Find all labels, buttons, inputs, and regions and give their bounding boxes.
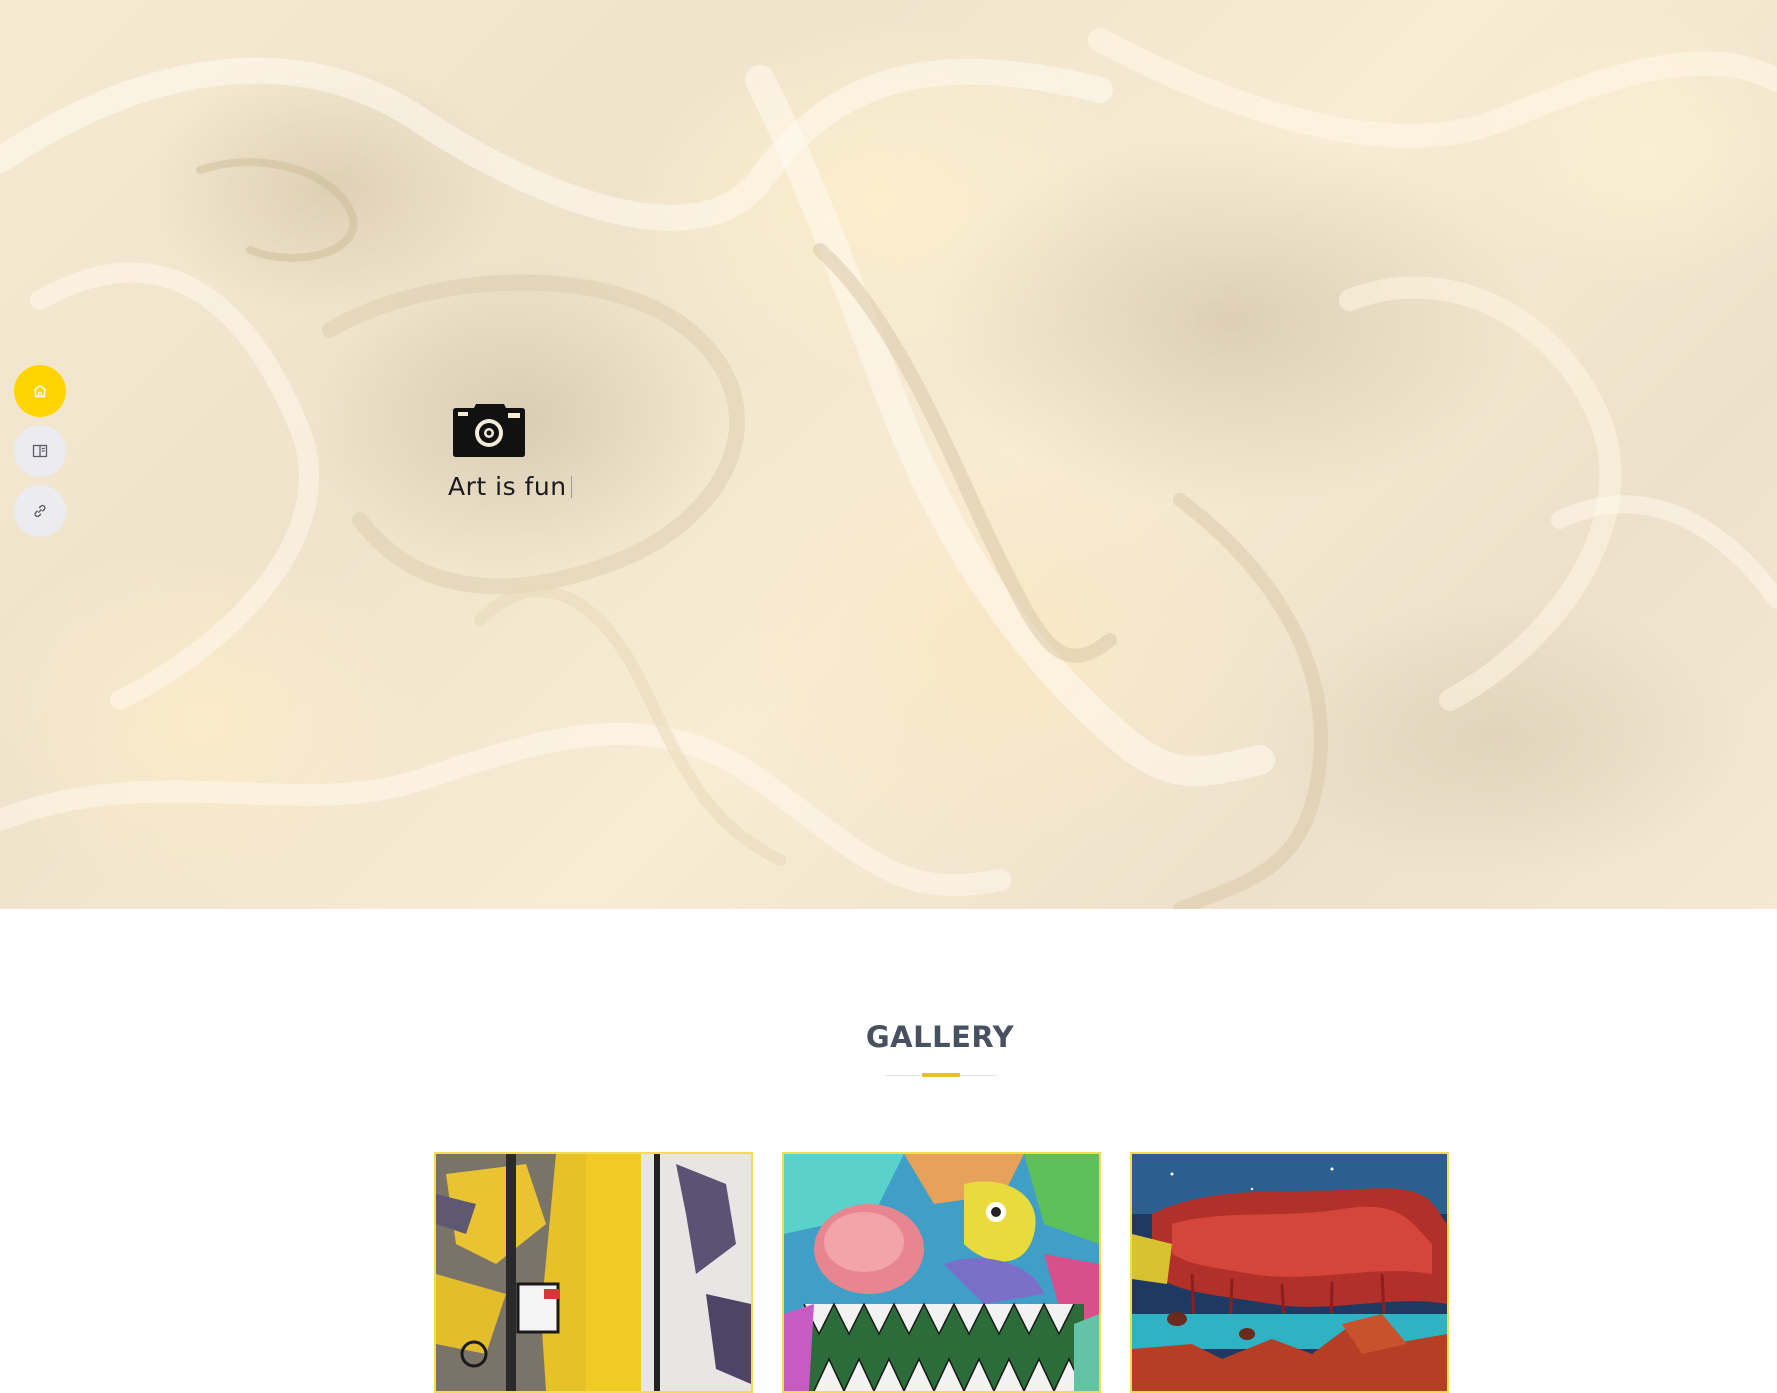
nav-link-button[interactable]: [14, 485, 66, 537]
gallery-item-yellow-abstract[interactable]: [434, 1152, 753, 1393]
side-nav: [14, 365, 66, 545]
hero-background-swirl: [0, 28, 1777, 909]
hero-tagline: Art is fun: [448, 472, 572, 501]
camera-icon: [452, 402, 526, 458]
nav-book-button[interactable]: [14, 425, 66, 477]
typing-cursor: [570, 476, 572, 498]
gallery-title: GALLERY: [865, 1020, 1015, 1054]
hero-tagline-text: Art is fun: [448, 472, 567, 501]
gallery-image: [436, 1154, 751, 1391]
nav-home-button[interactable]: [14, 365, 66, 417]
home-icon: [32, 383, 48, 399]
hero-section: Art is fun: [0, 0, 1777, 909]
link-icon: [32, 503, 48, 519]
book-icon: [32, 443, 48, 459]
gallery-item-colorful-monster[interactable]: [782, 1152, 1101, 1393]
gallery-image: [1132, 1154, 1447, 1391]
title-accent-bar: [922, 1073, 960, 1077]
gallery-image: [784, 1154, 1099, 1391]
gallery-item-red-space-rocks[interactable]: [1130, 1152, 1449, 1393]
